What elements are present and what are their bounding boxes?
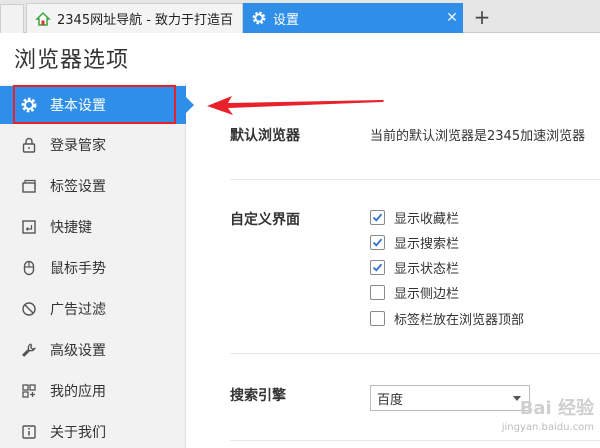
sidebar-item-label: 我的应用 xyxy=(50,384,106,400)
sidebar-item-label: 高级设置 xyxy=(50,343,106,359)
sidebar-item-tab-settings[interactable]: 标签设置 xyxy=(0,167,186,205)
close-icon[interactable]: ✕ xyxy=(441,10,463,26)
sidebar-item-ad-filter[interactable]: 广告过滤 xyxy=(0,290,186,328)
apps-icon xyxy=(20,382,38,400)
checkbox-unchecked[interactable] xyxy=(370,285,385,300)
watermark-main: Bai 经验 xyxy=(519,398,594,419)
sidebar-item-advanced-settings[interactable]: 高级设置 xyxy=(0,331,186,369)
annotation-highlight-box xyxy=(13,85,176,124)
tab-settings[interactable]: 设置 ✕ xyxy=(243,3,463,33)
tab-2345-nav[interactable]: 2345网址导航 - 致力于打造百 xyxy=(26,3,243,33)
default-browser-value: 当前的默认浏览器是2345加速浏览器 xyxy=(370,129,586,144)
option-show-search-bar[interactable]: 显示搜索栏 xyxy=(370,233,459,252)
sidebar-item-mouse-gestures[interactable]: 鼠标手势 xyxy=(0,249,186,287)
checkbox-checked[interactable] xyxy=(370,235,385,250)
sidebar-item-login-manager[interactable]: 登录管家 xyxy=(0,126,186,164)
lock-icon xyxy=(20,136,38,154)
custom-ui-label: 自定义界面 xyxy=(230,212,300,228)
baidu-jingyan-watermark: Bai 经验 jingyan.baidu.com xyxy=(466,390,600,448)
checkbox-checked[interactable] xyxy=(370,210,385,225)
tabs-icon xyxy=(20,177,38,195)
block-icon xyxy=(20,300,38,318)
tab-stub[interactable] xyxy=(0,4,24,33)
house-icon xyxy=(35,11,51,27)
option-show-sidebar[interactable]: 显示侧边栏 xyxy=(370,283,459,302)
annotation-arrow-icon xyxy=(207,96,384,115)
sidebar-item-shortcuts[interactable]: 快捷键 xyxy=(0,208,186,246)
watermark-sub: jingyan.baidu.com xyxy=(501,422,594,433)
sidebar-item-label: 登录管家 xyxy=(50,138,106,154)
checkbox-checked[interactable] xyxy=(370,260,385,275)
option-label: 标签栏放在浏览器顶部 xyxy=(394,313,525,328)
section-divider xyxy=(230,179,600,180)
option-show-status-bar[interactable]: 显示状态栏 xyxy=(370,258,459,277)
sidebar-item-about-us[interactable]: 关于我们 xyxy=(0,413,186,448)
default-browser-label: 默认浏览器 xyxy=(230,128,300,144)
sidebar-item-label: 广告过滤 xyxy=(50,302,106,318)
info-icon xyxy=(20,423,38,441)
option-label: 显示收藏栏 xyxy=(394,212,460,227)
sidebar-item-label: 关于我们 xyxy=(50,425,106,441)
new-tab-button[interactable]: + xyxy=(470,4,494,30)
option-label: 显示侧边栏 xyxy=(394,287,460,302)
search-engine-label: 搜索引擎 xyxy=(230,388,286,404)
option-show-favorites-bar[interactable]: 显示收藏栏 xyxy=(370,208,459,227)
sidebar-item-label: 标签设置 xyxy=(50,179,106,195)
sidebar-item-label: 鼠标手势 xyxy=(50,261,106,277)
option-label: 显示状态栏 xyxy=(394,262,460,277)
option-label: 显示搜索栏 xyxy=(394,237,460,252)
page-title: 浏览器选项 xyxy=(14,48,130,73)
mouse-icon xyxy=(20,259,38,277)
sidebar-item-label: 快捷键 xyxy=(50,220,92,236)
checkbox-unchecked[interactable] xyxy=(370,311,385,326)
gear-icon xyxy=(251,10,267,26)
tab-title: 设置 xyxy=(273,12,300,28)
tab-bar: 2345网址导航 - 致力于打造百 设置 ✕ + xyxy=(0,0,600,33)
wrench-icon xyxy=(20,341,38,359)
sidebar-item-my-apps[interactable]: 我的应用 xyxy=(0,372,186,410)
keyboard-icon xyxy=(20,218,38,236)
option-tabs-on-top[interactable]: 标签栏放在浏览器顶部 xyxy=(370,309,524,328)
tab-title: 2345网址导航 - 致力于打造百 xyxy=(57,13,234,28)
search-engine-selected: 百度 xyxy=(377,392,404,408)
sidebar: 基本设置 登录管家 标签设置 快捷键 鼠标手势 广告过滤 高级设置 我的应用 关… xyxy=(0,84,194,448)
section-divider xyxy=(230,353,600,354)
